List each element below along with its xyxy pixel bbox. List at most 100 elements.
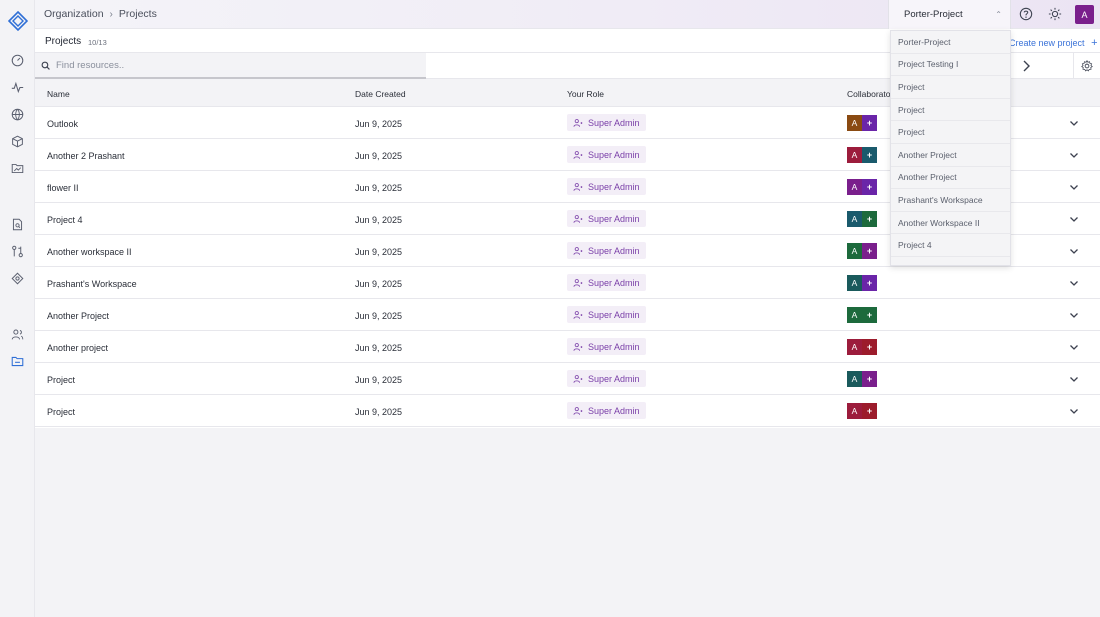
date-created: Jun 9, 2025 — [355, 407, 403, 417]
dropdown-item[interactable]: Project 4 — [891, 234, 1010, 257]
collaborator-avatar[interactable]: A — [847, 339, 862, 355]
chevron-down-icon[interactable] — [1068, 373, 1080, 385]
collaborators: A + — [847, 147, 877, 163]
collaborators: A + — [847, 307, 877, 323]
sun-icon[interactable] — [1047, 6, 1063, 22]
project-name[interactable]: Another 2 Prashant — [47, 151, 125, 161]
chevron-down-icon[interactable] — [1068, 309, 1080, 321]
plus-icon: + — [1091, 37, 1098, 49]
dropdown-item[interactable]: Project — [891, 98, 1010, 122]
collaborator-avatar[interactable]: A — [847, 243, 862, 259]
create-project-label: Create new project — [1009, 38, 1085, 48]
add-collaborator-button[interactable]: + — [862, 339, 877, 355]
collaborators: A + — [847, 275, 877, 291]
folder-open-icon[interactable] — [10, 354, 24, 368]
help-icon[interactable] — [1018, 6, 1034, 22]
dropdown-item[interactable]: Another Project — [891, 143, 1010, 167]
add-collaborator-button[interactable]: + — [862, 371, 877, 387]
project-name[interactable]: flower II — [47, 183, 79, 193]
role-label: Super Admin — [588, 213, 640, 224]
column-your-role[interactable]: Your Role — [567, 89, 604, 99]
chevron-up-icon: ⌃ — [995, 10, 1002, 19]
diamond-logo-icon[interactable] — [7, 10, 29, 32]
collaborator-avatar[interactable]: A — [847, 115, 862, 131]
project-name[interactable]: Another project — [47, 343, 108, 353]
sidebar — [0, 0, 35, 617]
add-collaborator-button[interactable]: + — [862, 115, 877, 131]
collaborator-avatar[interactable]: A — [847, 275, 862, 291]
table-row[interactable]: Another Project Jun 9, 2025 Super Admin A + — [35, 299, 1100, 331]
globe-icon[interactable] — [10, 107, 24, 121]
add-collaborator-button[interactable]: + — [862, 147, 877, 163]
add-collaborator-button[interactable]: + — [862, 275, 877, 291]
collaborator-avatar[interactable]: A — [847, 211, 862, 227]
project-dropdown-menu: Porter-Project Project Testing I Project Pr… — [890, 30, 1011, 266]
chevron-down-icon[interactable] — [1068, 213, 1080, 225]
dropdown-item[interactable]: Another Project — [891, 166, 1010, 190]
chevron-down-icon[interactable] — [1068, 149, 1080, 161]
add-collaborator-button[interactable]: + — [862, 243, 877, 259]
collaborator-avatar[interactable]: A — [847, 371, 862, 387]
date-created: Jun 9, 2025 — [355, 215, 403, 225]
project-name[interactable]: Project 4 — [47, 215, 83, 225]
add-collaborator-button[interactable]: + — [862, 307, 877, 323]
collaborators: A + — [847, 371, 877, 387]
chevron-right-icon[interactable] — [1020, 59, 1032, 73]
chevron-down-icon[interactable] — [1068, 277, 1080, 289]
dropdown-item[interactable]: Porter-Project — [891, 31, 1010, 54]
users-icon[interactable] — [10, 327, 24, 341]
user-avatar[interactable]: A — [1075, 5, 1094, 24]
cube-icon[interactable] — [10, 134, 24, 148]
folder-image-icon[interactable] — [10, 161, 24, 175]
table-row[interactable]: Project Jun 9, 2025 Super Admin A + — [35, 395, 1100, 427]
user-role-icon — [573, 342, 583, 351]
add-collaborator-button[interactable]: + — [862, 179, 877, 195]
add-collaborator-button[interactable]: + — [862, 403, 877, 419]
dropdown-item[interactable]: Project — [891, 76, 1010, 99]
gear-icon[interactable] — [1073, 53, 1100, 79]
project-name[interactable]: Another workspace II — [47, 247, 132, 257]
role-label: Super Admin — [588, 149, 640, 160]
collaborator-avatar[interactable]: A — [847, 147, 862, 163]
collaborator-avatar[interactable]: A — [847, 179, 862, 195]
collaborators: A + — [847, 179, 877, 195]
chevron-down-icon[interactable] — [1068, 245, 1080, 257]
eye-diamond-icon[interactable] — [10, 271, 24, 285]
project-name[interactable]: Another Project — [47, 311, 109, 321]
document-search-icon[interactable] — [10, 217, 24, 231]
column-date-created[interactable]: Date Created — [355, 89, 406, 99]
git-compare-icon[interactable] — [10, 244, 24, 258]
table-row[interactable]: Another project Jun 9, 2025 Super Admin A + — [35, 331, 1100, 363]
date-created: Jun 9, 2025 — [355, 311, 403, 321]
dropdown-item[interactable]: Prashant's Workspace — [891, 189, 1010, 212]
table-row[interactable]: Project Jun 9, 2025 Super Admin A + — [35, 363, 1100, 395]
column-name[interactable]: Name — [47, 89, 70, 99]
dropdown-item[interactable]: Another Workspace II — [891, 211, 1010, 235]
breadcrumb-projects[interactable]: Projects — [119, 8, 157, 20]
role-label: Super Admin — [588, 373, 640, 384]
project-name[interactable]: Prashant's Workspace — [47, 279, 137, 289]
chevron-down-icon[interactable] — [1068, 341, 1080, 353]
chevron-down-icon[interactable] — [1068, 117, 1080, 129]
dropdown-item[interactable]: Project Testing I — [891, 53, 1010, 77]
project-name[interactable]: Project — [47, 375, 75, 385]
project-selector[interactable]: Porter-Project ⌃ — [888, 0, 1011, 29]
create-project-button[interactable]: Create new project + — [1009, 37, 1098, 49]
table-row[interactable]: Prashant's Workspace Jun 9, 2025 Super Adm… — [35, 267, 1100, 299]
date-created: Jun 9, 2025 — [355, 247, 403, 257]
search-input[interactable] — [56, 59, 396, 71]
collaborator-avatar[interactable]: A — [847, 307, 862, 323]
role-badge: Super Admin — [567, 370, 646, 387]
dropdown-item[interactable]: Project — [891, 121, 1010, 144]
pulse-icon[interactable] — [10, 80, 24, 94]
chevron-down-icon[interactable] — [1068, 181, 1080, 193]
breadcrumb-organization[interactable]: Organization — [44, 8, 104, 20]
date-created: Jun 9, 2025 — [355, 183, 403, 193]
user-role-icon — [573, 406, 583, 415]
project-name[interactable]: Project — [47, 407, 75, 417]
chevron-down-icon[interactable] — [1068, 405, 1080, 417]
collaborator-avatar[interactable]: A — [847, 403, 862, 419]
project-name[interactable]: Outlook — [47, 119, 78, 129]
speedometer-icon[interactable] — [10, 53, 24, 67]
add-collaborator-button[interactable]: + — [862, 211, 877, 227]
